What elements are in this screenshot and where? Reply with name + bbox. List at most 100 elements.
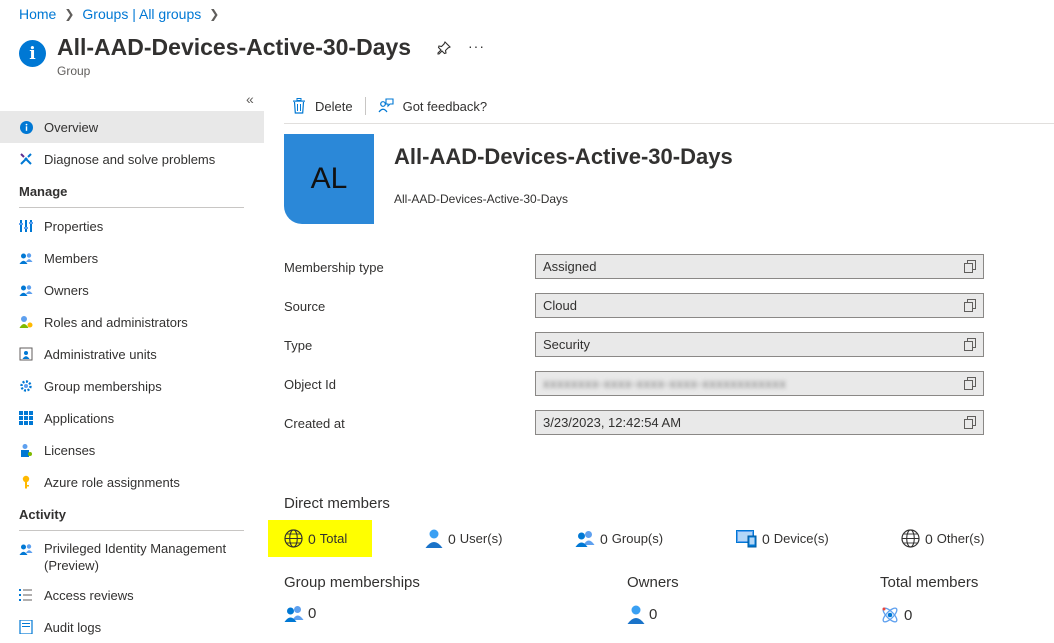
- sidebar-item-admin-units[interactable]: Administrative units: [0, 338, 264, 370]
- group-avatar: AL: [284, 134, 374, 224]
- direct-members-devices[interactable]: 0 Device(s): [736, 520, 829, 557]
- sidebar-item-label: Group memberships: [44, 378, 162, 394]
- count: 0: [762, 530, 770, 547]
- count: 0: [448, 530, 456, 547]
- device-icon: [736, 529, 757, 548]
- breadcrumb-home[interactable]: Home: [19, 6, 56, 22]
- sidebar-item-label: Applications: [44, 410, 115, 426]
- sidebar-item-group-memberships[interactable]: Group memberships: [0, 370, 264, 402]
- source-field[interactable]: Cloud: [535, 293, 984, 318]
- page-title: All-AAD-Devices-Active-30-Days: [57, 34, 412, 60]
- pim-icon: [19, 542, 33, 556]
- sidebar-item-roles[interactable]: Roles and administrators: [0, 306, 264, 338]
- divider: [19, 207, 244, 208]
- divider: [284, 123, 1054, 124]
- label: Device(s): [773, 531, 829, 546]
- feedback-icon: [378, 98, 394, 114]
- object-id-field[interactable]: xxxxxxxx-xxxx-xxxx-xxxx-xxxxxxxxxxxx: [535, 371, 984, 396]
- label: User(s): [459, 531, 503, 546]
- created-at-field[interactable]: 3/23/2023, 12:42:54 AM: [535, 410, 984, 435]
- sidebar-item-audit-logs[interactable]: Audit logs: [0, 611, 264, 643]
- sidebar-item-licenses[interactable]: Licenses: [0, 434, 264, 466]
- log-icon: [19, 620, 33, 634]
- sidebar-item-members[interactable]: Members: [0, 242, 264, 274]
- type-field[interactable]: Security: [535, 332, 984, 357]
- sidebar-item-properties[interactable]: Properties: [0, 210, 264, 242]
- copy-icon[interactable]: [964, 377, 976, 393]
- sidebar-item-azure-role-assignments[interactable]: Azure role assignments: [0, 466, 264, 498]
- property-value: Cloud: [543, 298, 577, 313]
- sidebar-item-label: Administrative units: [44, 346, 157, 362]
- direct-members-others[interactable]: 0 Other(s): [901, 520, 984, 557]
- group-memberships-value[interactable]: 0: [284, 605, 316, 622]
- total-members-value[interactable]: 0: [880, 605, 912, 625]
- property-row: Created at 3/23/2023, 12:42:54 AM: [284, 409, 984, 448]
- page-subtitle: Group: [57, 64, 91, 78]
- sidebar-item-label-line1: Privileged Identity Management: [44, 541, 227, 556]
- sidebar-item-applications[interactable]: Applications: [0, 402, 264, 434]
- sidebar-item-owners[interactable]: Owners: [0, 274, 264, 306]
- atom-icon: [880, 605, 900, 625]
- owners-icon: [19, 283, 33, 297]
- label: Other(s): [936, 531, 985, 546]
- property-label: Object Id: [284, 377, 337, 392]
- license-icon: [19, 443, 33, 457]
- property-row: Object Id xxxxxxxx-xxxx-xxxx-xxxx-xxxxxx…: [284, 370, 984, 409]
- owners-value[interactable]: 0: [627, 605, 657, 624]
- list-icon: [19, 588, 33, 602]
- sidebar-item-diagnose[interactable]: Diagnose and solve problems: [0, 143, 264, 175]
- label: Group(s): [611, 531, 664, 546]
- chevron-right-icon: ❯: [209, 7, 220, 21]
- total-members-title: Total members: [880, 574, 979, 591]
- globe-icon: [284, 529, 303, 548]
- property-row: Source Cloud: [284, 292, 984, 331]
- command-bar: Delete Got feedback?: [284, 92, 495, 120]
- owners-title: Owners: [627, 574, 679, 591]
- group-name: All-AAD-Devices-Active-30-Days: [394, 144, 733, 169]
- pin-icon[interactable]: [436, 40, 452, 56]
- copy-icon[interactable]: [964, 260, 976, 276]
- property-value: xxxxxxxx-xxxx-xxxx-xxxx-xxxxxxxxxxxx: [543, 376, 787, 391]
- roles-icon: [19, 315, 33, 329]
- copy-icon[interactable]: [964, 299, 976, 315]
- sidebar-item-label: Properties: [44, 218, 104, 234]
- group-icon: [284, 605, 304, 622]
- members-icon: [19, 251, 33, 265]
- direct-members-users[interactable]: 0 User(s): [425, 520, 502, 557]
- sidebar: Overview Diagnose and solve problems Man…: [0, 111, 264, 643]
- chevron-right-icon: ❯: [64, 7, 75, 21]
- direct-members-total[interactable]: 0 Total: [268, 520, 372, 557]
- property-label: Membership type: [284, 260, 384, 275]
- section-activity: Activity: [19, 506, 66, 522]
- sidebar-item-access-reviews[interactable]: Access reviews: [0, 579, 264, 611]
- trash-icon: [292, 98, 306, 114]
- count: 0: [308, 605, 317, 622]
- more-icon[interactable]: ···: [468, 38, 485, 54]
- collapse-sidebar-icon[interactable]: «: [246, 91, 254, 107]
- user-icon: [627, 605, 645, 624]
- feedback-button[interactable]: Got feedback?: [370, 98, 496, 114]
- membership-type-field[interactable]: Assigned: [535, 254, 984, 279]
- info-icon: [19, 120, 33, 134]
- user-icon: [425, 529, 443, 548]
- breadcrumb-groups[interactable]: Groups | All groups: [82, 6, 201, 22]
- admin-units-icon: [19, 347, 33, 361]
- sidebar-item-label: Overview: [44, 119, 99, 135]
- group-memberships-title: Group memberships: [284, 574, 420, 591]
- info-icon: i: [19, 40, 46, 67]
- delete-label: Delete: [315, 98, 353, 114]
- sidebar-item-pim[interactable]: Privileged Identity Management (Preview): [0, 533, 264, 579]
- copy-icon[interactable]: [964, 338, 976, 354]
- divider: [19, 530, 244, 531]
- sidebar-item-label-line2: (Preview): [44, 558, 99, 573]
- sidebar-item-overview[interactable]: Overview: [0, 111, 264, 143]
- direct-members-groups[interactable]: 0 Group(s): [575, 520, 663, 557]
- delete-button[interactable]: Delete: [284, 98, 361, 114]
- section-manage: Manage: [19, 183, 68, 199]
- sidebar-item-label: Members: [44, 250, 99, 266]
- sidebar-item-label: Access reviews: [44, 587, 134, 603]
- copy-icon[interactable]: [964, 416, 976, 432]
- wrench-icon: [19, 152, 33, 166]
- sidebar-item-label: Licenses: [44, 442, 96, 458]
- key-icon: [19, 475, 33, 489]
